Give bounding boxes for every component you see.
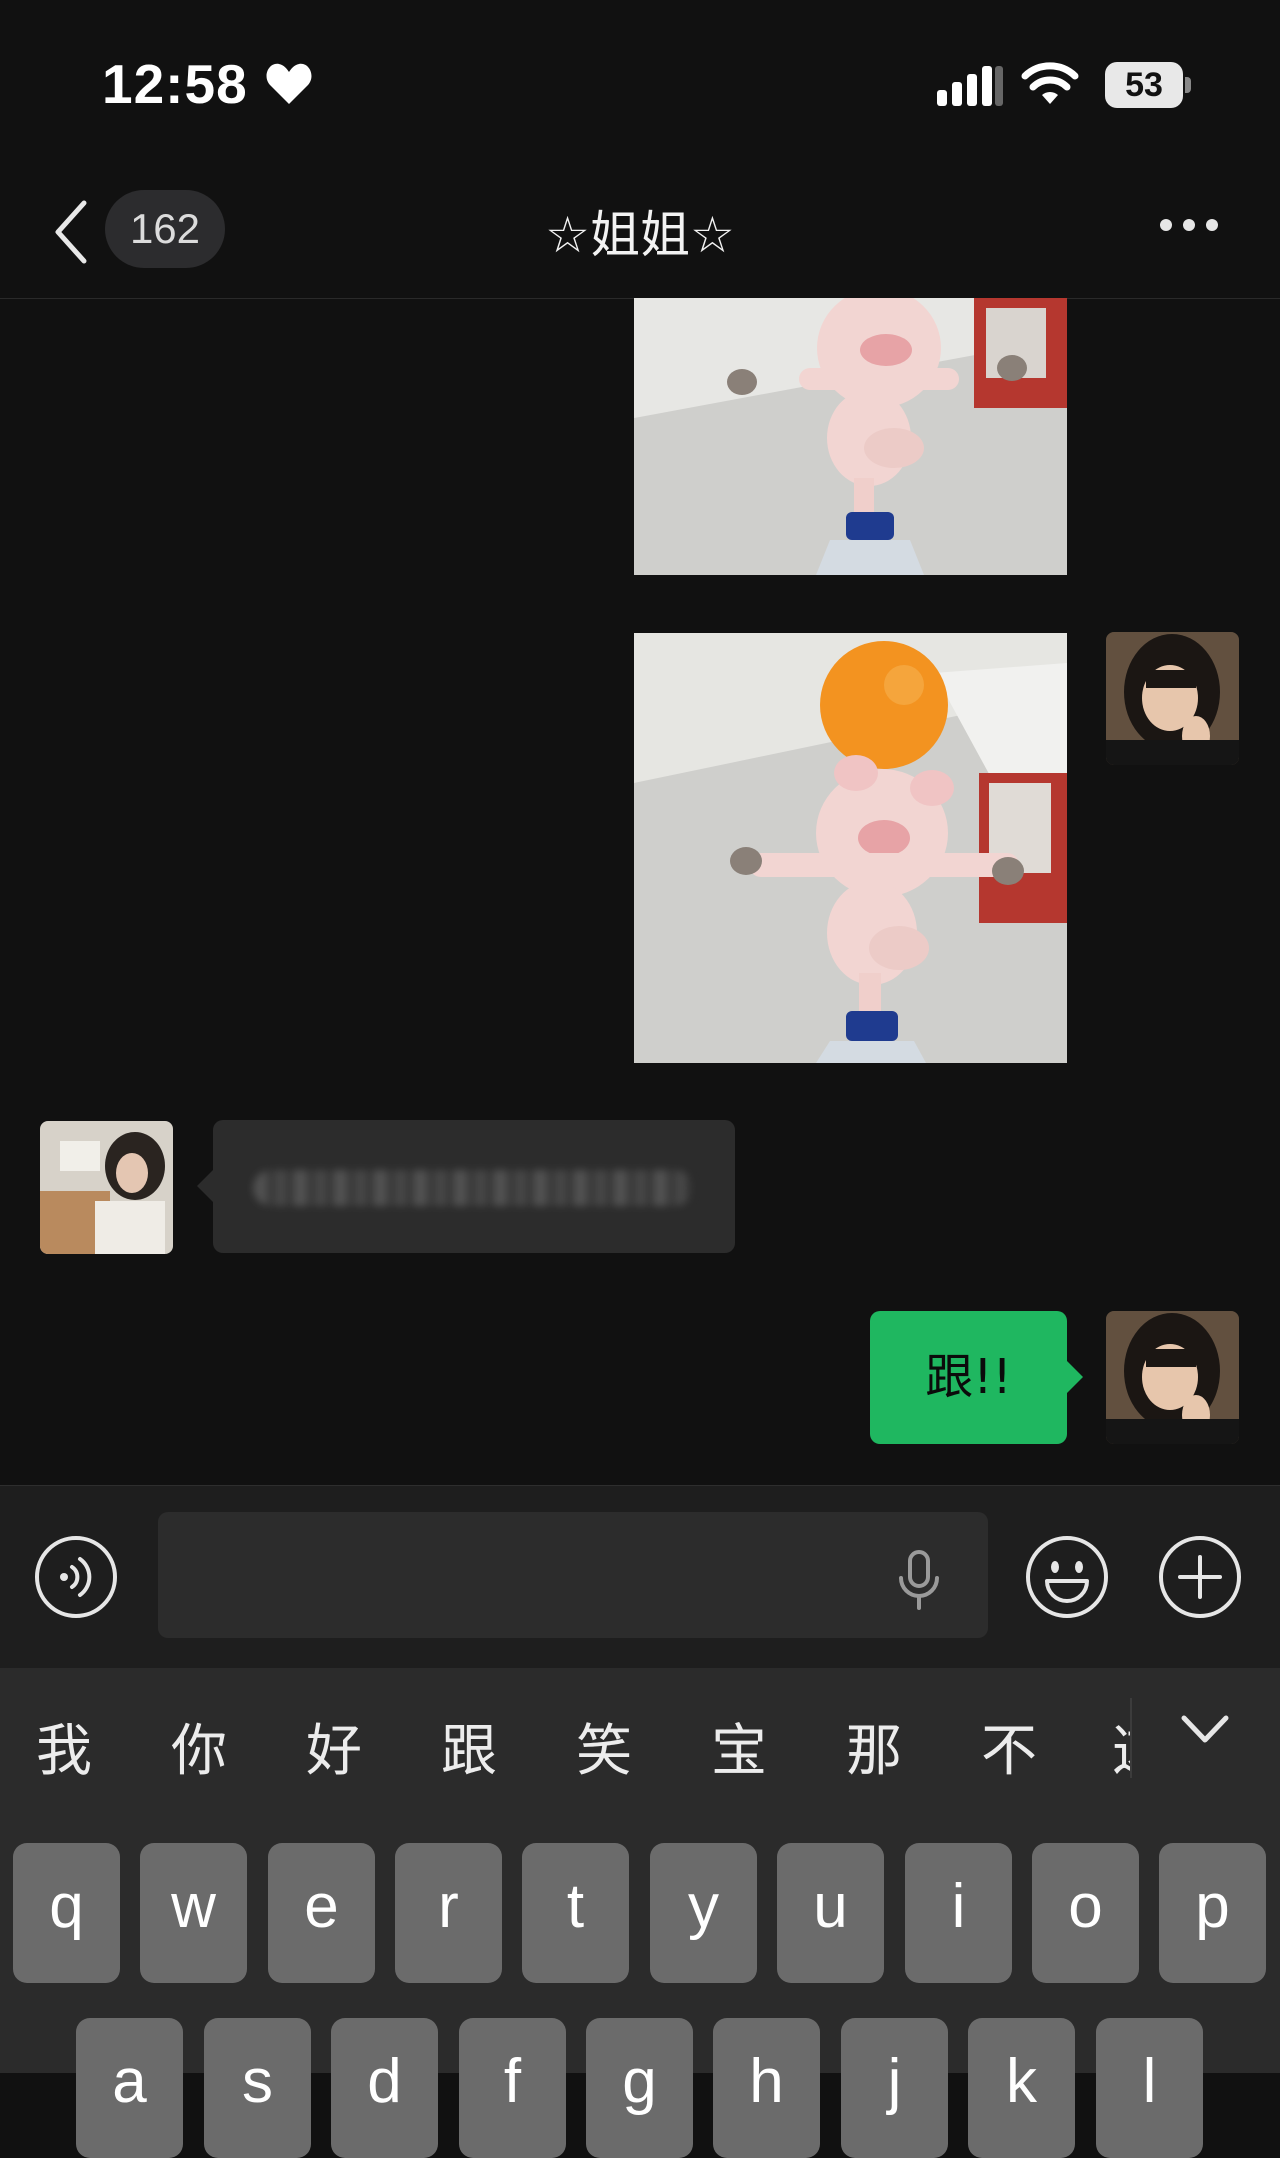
key-f[interactable]: f bbox=[459, 2018, 566, 2158]
avatar-friend-photo bbox=[40, 1121, 173, 1254]
more-options-icon[interactable] bbox=[1158, 215, 1220, 235]
avatar-friend[interactable] bbox=[40, 1121, 173, 1254]
message-input[interactable] bbox=[158, 1512, 988, 1638]
heart-icon bbox=[266, 63, 312, 104]
key-d[interactable]: d bbox=[331, 2018, 438, 2158]
key-i[interactable]: i bbox=[905, 1843, 1012, 1983]
key-k[interactable]: k bbox=[968, 2018, 1075, 2158]
candidate-word[interactable]: 那 bbox=[846, 1706, 902, 1787]
wifi-icon bbox=[1021, 62, 1079, 104]
emoji-icon[interactable] bbox=[1025, 1535, 1109, 1619]
message-image-pig-bottle[interactable] bbox=[634, 298, 1067, 575]
key-q[interactable]: q bbox=[13, 1843, 120, 1983]
key-h[interactable]: h bbox=[713, 2018, 820, 2158]
chevron-down-icon[interactable] bbox=[1180, 1710, 1230, 1750]
message-image-pig-orange[interactable] bbox=[634, 633, 1067, 1063]
key-j[interactable]: j bbox=[841, 2018, 948, 2158]
back-chevron-icon[interactable] bbox=[50, 197, 90, 267]
message-input-bar bbox=[0, 1485, 1280, 1669]
candidate-divider bbox=[1130, 1698, 1132, 1778]
candidate-word[interactable]: 这 bbox=[1112, 1706, 1132, 1776]
candidate-word[interactable]: 我 bbox=[36, 1706, 92, 1787]
pig-photo bbox=[634, 298, 1067, 575]
message-bubble-self[interactable]: 跟!! bbox=[870, 1311, 1083, 1444]
candidate-word[interactable]: 你 bbox=[171, 1706, 227, 1787]
key-u[interactable]: u bbox=[777, 1843, 884, 1983]
unread-count-badge[interactable]: 162 bbox=[105, 190, 225, 268]
signal-icon bbox=[937, 66, 1003, 106]
key-a[interactable]: a bbox=[76, 2018, 183, 2158]
avatar-self[interactable] bbox=[1106, 1311, 1239, 1444]
blurred-message-text bbox=[253, 1170, 693, 1206]
key-t[interactable]: t bbox=[522, 1843, 629, 1983]
key-p[interactable]: p bbox=[1159, 1843, 1266, 1983]
key-w[interactable]: w bbox=[140, 1843, 247, 1983]
candidate-overflow[interactable]: 这 bbox=[1112, 1706, 1132, 1776]
microphone-icon[interactable] bbox=[895, 1550, 943, 1610]
key-y[interactable]: y bbox=[650, 1843, 757, 1983]
keyboard: 我 你 好 跟 笑 宝 那 不 这 q w e r t y u i o p a … bbox=[0, 1668, 1280, 2158]
candidate-word[interactable]: 跟 bbox=[441, 1706, 497, 1787]
battery-level: 53 bbox=[1125, 66, 1163, 104]
key-g[interactable]: g bbox=[586, 2018, 693, 2158]
pig-orange-photo bbox=[634, 633, 1067, 1063]
status-time: 12:58 bbox=[102, 53, 248, 115]
key-o[interactable]: o bbox=[1032, 1843, 1139, 1983]
chat-title: ☆姐姐☆ bbox=[545, 206, 735, 264]
message-bubble-friend[interactable] bbox=[197, 1120, 735, 1253]
plus-icon[interactable] bbox=[1158, 1535, 1242, 1619]
avatar-self[interactable] bbox=[1106, 632, 1239, 765]
candidate-word[interactable]: 宝 bbox=[711, 1706, 767, 1787]
key-e[interactable]: e bbox=[268, 1843, 375, 1983]
key-l[interactable]: l bbox=[1096, 2018, 1203, 2158]
candidate-bar: 我 你 好 跟 笑 宝 那 不 这 bbox=[0, 1668, 1280, 1808]
status-bar: 12:58 53 bbox=[0, 0, 1280, 175]
avatar-self-photo bbox=[1106, 632, 1239, 765]
chat-header: 162 ☆姐姐☆ bbox=[0, 175, 1280, 299]
candidate-word[interactable]: 笑 bbox=[576, 1706, 632, 1787]
candidate-word[interactable]: 好 bbox=[306, 1706, 362, 1787]
key-s[interactable]: s bbox=[204, 2018, 311, 2158]
battery-icon: 53 bbox=[1105, 62, 1191, 108]
candidate-word[interactable]: 不 bbox=[981, 1706, 1037, 1787]
voice-toggle-icon[interactable] bbox=[34, 1535, 118, 1619]
key-r[interactable]: r bbox=[395, 1843, 502, 1983]
avatar-self-photo bbox=[1106, 1311, 1239, 1444]
